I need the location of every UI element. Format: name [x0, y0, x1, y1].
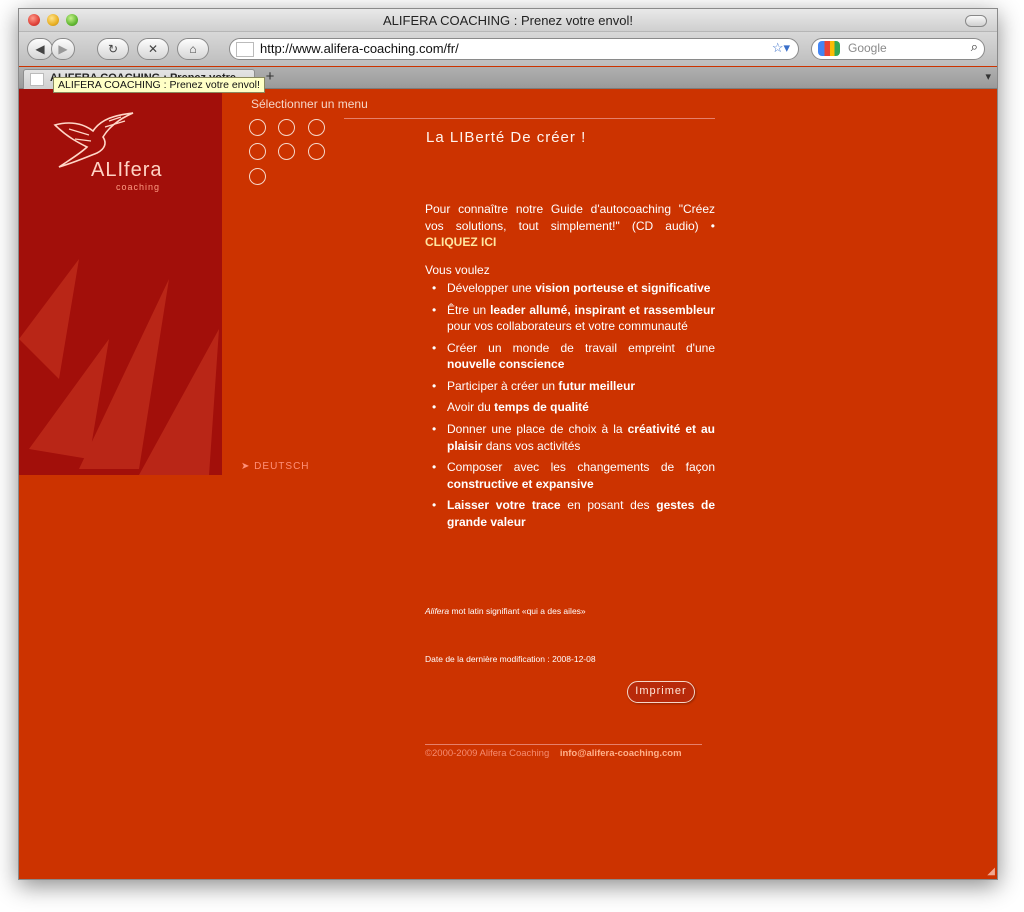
- menu-circle-1[interactable]: [249, 119, 266, 136]
- print-button[interactable]: Imprimer: [627, 681, 695, 703]
- menu-circle-6[interactable]: [308, 143, 325, 160]
- item-bold: constructive et expansive: [447, 476, 594, 491]
- list-item: Laisser votre trace en posant des gestes…: [425, 497, 715, 530]
- item-bold: leader allumé, inspirant et rassembleur: [490, 302, 715, 317]
- list-item: Composer avec les changements de façon c…: [425, 459, 715, 492]
- item-text: Participer à créer un: [447, 378, 559, 393]
- item-text: Avoir du: [447, 400, 495, 415]
- feather-decoration-icon: [19, 259, 219, 475]
- home-button[interactable]: ⌂: [177, 38, 209, 60]
- arrow-icon: ➤: [241, 461, 255, 472]
- browser-window: ALIFERA COACHING : Prenez votre envol! ◀…: [18, 8, 998, 880]
- item-text: Développer une: [447, 281, 536, 296]
- back-arrow-icon: ◀: [35, 42, 45, 56]
- item-bold: nouvelle conscience: [447, 357, 565, 372]
- header-divider: [344, 118, 715, 119]
- item-bold: Laisser votre trace: [447, 498, 561, 513]
- logo-name: ALIfera: [91, 159, 163, 181]
- page-heading: La LIBerté De créer !: [426, 129, 587, 146]
- back-button[interactable]: ◀: [27, 38, 53, 60]
- forward-button[interactable]: ▶: [51, 38, 75, 60]
- list-item: Être un leader allumé, inspirant et rass…: [425, 302, 715, 335]
- alifera-word: Alifera: [425, 606, 450, 616]
- item-text: dans vos activités: [482, 438, 581, 453]
- menu-circle-7[interactable]: [249, 168, 266, 185]
- item-bold: temps de qualité: [494, 400, 589, 415]
- menu-circle-4[interactable]: [249, 143, 266, 160]
- search-placeholder: Google: [848, 41, 887, 55]
- item-bold: vision porteuse et significative: [535, 281, 711, 296]
- language-link-label: DEUTSCH: [254, 461, 310, 472]
- email-link[interactable]: info@alifera-coaching.com: [560, 748, 682, 759]
- item-text: pour vos collaborateurs et votre communa…: [447, 319, 688, 334]
- item-bold: futur meilleur: [558, 378, 636, 393]
- google-icon[interactable]: [818, 41, 840, 56]
- list-item: Participer à créer un futur meilleur: [425, 378, 715, 395]
- menu-circle-3[interactable]: [308, 119, 325, 136]
- item-text: en posant des: [560, 498, 657, 513]
- item-text: Composer avec les changements de façon: [447, 460, 715, 475]
- home-icon: ⌂: [189, 42, 197, 56]
- list-item: Avoir du temps de qualité: [425, 399, 715, 416]
- menu-label: Sélectionner un menu: [251, 97, 368, 111]
- forward-arrow-icon: ▶: [58, 42, 68, 56]
- tab-list-icon[interactable]: ▾: [985, 70, 991, 83]
- vous-voulez-label: Vous voulez: [425, 262, 490, 277]
- copyright: ©2000-2009 Alifera Coaching: [425, 748, 550, 759]
- intro-paragraph: Pour connaître notre Guide d'autocoachin…: [425, 201, 715, 251]
- browser-toolbar: ◀ ▶ ↻ ✕ ⌂ http://www.alifera-coaching.co…: [19, 32, 997, 66]
- list-item: Créer un monde de travail empreint d'une…: [425, 340, 715, 373]
- search-field[interactable]: Google ⌕: [811, 38, 985, 60]
- resize-grip-icon[interactable]: ◢: [987, 866, 995, 877]
- toolbar-toggle-button[interactable]: [965, 15, 987, 27]
- title-bar: ALIFERA COACHING : Prenez votre envol!: [19, 9, 997, 32]
- bookmark-star-icon[interactable]: ☆▾: [772, 40, 790, 56]
- footer-divider: [425, 744, 702, 745]
- menu-circle-5[interactable]: [278, 143, 295, 160]
- benefits-list: Développer une vision porteuse et signif…: [425, 280, 715, 530]
- window-title: ALIFERA COACHING : Prenez votre envol!: [383, 13, 633, 28]
- main-content: Pour connaître notre Guide d'autocoachin…: [425, 201, 715, 535]
- url-text[interactable]: http://www.alifera-coaching.com/fr/: [260, 41, 459, 56]
- item-text: Être un: [447, 302, 491, 317]
- list-item: Développer une vision porteuse et signif…: [425, 280, 715, 297]
- last-modified: Date de la dernière modification : 2008-…: [425, 654, 596, 664]
- logo-sidebar: ALIfera coaching: [19, 89, 222, 475]
- reload-button[interactable]: ↻: [97, 38, 129, 60]
- item-text: Donner une place de choix à la: [447, 422, 628, 437]
- search-icon[interactable]: ⌕: [971, 39, 978, 55]
- language-link-deutsch[interactable]: ➤ DEUTSCH: [241, 461, 310, 472]
- menu-circle-2[interactable]: [278, 119, 295, 136]
- list-item: Donner une place de choix à la créativit…: [425, 421, 715, 454]
- alifera-definition: Alifera mot latin signifiant «qui a des …: [425, 606, 586, 616]
- click-here-link[interactable]: CLIQUEZ ICI: [425, 235, 496, 249]
- web-page: ALIfera coaching Sélectionner un menu ➤ …: [19, 89, 997, 879]
- logo-subtitle: coaching: [116, 182, 161, 192]
- intro-text: Pour connaître notre Guide d'autocoachin…: [425, 202, 715, 233]
- stop-icon: ✕: [147, 42, 159, 56]
- stop-button[interactable]: ✕: [137, 38, 169, 60]
- tab-favicon-icon: [30, 73, 44, 86]
- reload-icon: ↻: [107, 42, 119, 56]
- address-bar[interactable]: http://www.alifera-coaching.com/fr/ ☆▾: [229, 38, 799, 60]
- site-favicon-icon: [236, 42, 254, 57]
- tab-tooltip: ALIFERA COACHING : Prenez votre envol!: [53, 77, 265, 93]
- footer: ©2000-2009 Alifera Coaching info@alifera…: [425, 748, 682, 759]
- alifera-meaning: mot latin signifiant «qui a des ailes»: [449, 606, 586, 616]
- item-text: Créer un monde de travail empreint d'une: [447, 340, 715, 355]
